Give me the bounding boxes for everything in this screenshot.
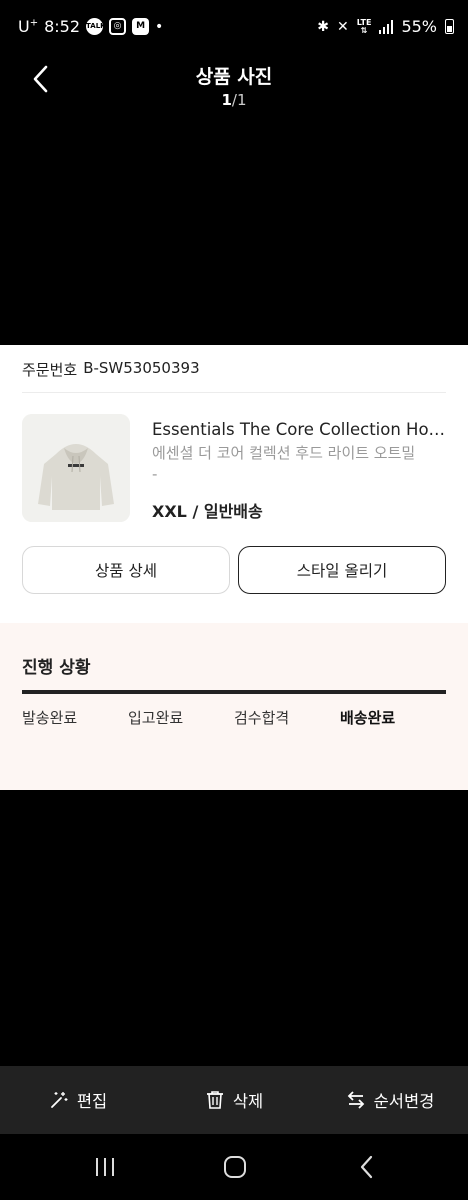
swap-arrows-icon (347, 1091, 364, 1109)
talk-icon: TALK (86, 18, 106, 35)
more-notifications-icon: • (155, 18, 164, 35)
order-number-label: 주문번호 (22, 361, 78, 379)
back-icon[interactable] (354, 1154, 380, 1180)
hoodie-illustration (22, 414, 130, 522)
carrier-label: U+ (18, 17, 39, 36)
photo-viewer-header: 상품 사진 1/1 (0, 56, 468, 116)
lte-icon: LTE ⇅ (356, 17, 372, 35)
mute-icon: ✕ (337, 18, 349, 35)
delete-label: 삭제 (232, 1092, 264, 1111)
clock: 8:52 (44, 17, 81, 36)
step-received: 입고완료 (128, 709, 184, 727)
progress-bar (22, 690, 446, 694)
magic-wand-icon (50, 1092, 68, 1108)
system-nav-bar (0, 1134, 468, 1200)
product-name[interactable]: Essentials The Core Collection Hoodie Li… (152, 420, 447, 439)
progress-steps: 발송완료 입고완료 검수합격 배송완료 (0, 707, 468, 729)
progress-title: 진행 상황 (22, 658, 91, 678)
trash-icon (206, 1091, 223, 1109)
page-title: 상품 사진 (195, 66, 273, 88)
step-shipped: 발송완료 (22, 709, 78, 727)
step-delivered: 배송완료 (340, 709, 396, 727)
recent-apps-icon[interactable] (92, 1154, 118, 1180)
photo-toolbar: 편집 삭제 순서변경 (0, 1066, 468, 1134)
step-inspected: 검수합격 (234, 709, 290, 727)
product-detail-button[interactable]: 상품 상세 (22, 546, 230, 594)
edit-label: 편집 (76, 1092, 108, 1111)
battery-icon (445, 19, 454, 34)
delete-button[interactable]: 삭제 (156, 1066, 312, 1134)
status-bar: U+ 8:52 TALK ◎ M • ✱ ✕ LTE ⇅ 55% (0, 0, 468, 56)
order-card: 주문번호 B-SW53050393 Essentials The Core Co… (0, 345, 468, 623)
progress-section: 진행 상황 발송완료 입고완료 검수합격 배송완료 (0, 623, 468, 790)
photo-counter: 1/1 (221, 91, 247, 109)
product-option: XXL / 일반배송 (152, 502, 263, 521)
progress-fill (22, 690, 446, 694)
signal-icon (379, 19, 394, 34)
order-number-line: 주문번호 B-SW53050393 (22, 359, 200, 380)
divider (22, 392, 446, 393)
product-name-korean: 에센셜 더 코어 컬렉션 후드 라이트 오트밀 - (152, 444, 416, 483)
instagram-icon: ◎ (109, 18, 127, 35)
reorder-label: 순서변경 (373, 1092, 435, 1111)
order-number: B-SW53050393 (83, 359, 200, 377)
post-style-button[interactable]: 스타일 올리기 (238, 546, 446, 594)
home-icon[interactable] (222, 1154, 248, 1180)
product-image[interactable] (22, 414, 130, 522)
product-name-extra: - (152, 465, 158, 483)
gmail-icon: M (132, 18, 150, 35)
bluetooth-icon: ✱ (317, 18, 329, 35)
edit-button[interactable]: 편집 (0, 1066, 156, 1134)
reorder-button[interactable]: 순서변경 (312, 1066, 468, 1134)
battery-percent: 55% (401, 17, 437, 36)
